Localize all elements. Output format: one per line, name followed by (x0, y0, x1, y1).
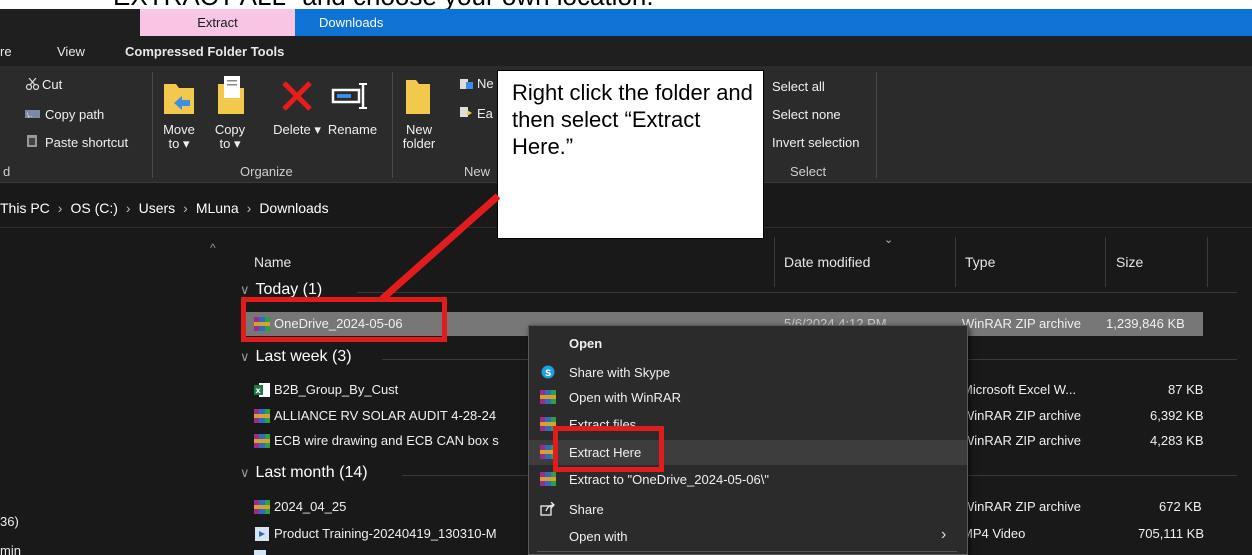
highlight-box-extract-here (553, 426, 664, 472)
highlight-box-zip-file (241, 297, 447, 342)
